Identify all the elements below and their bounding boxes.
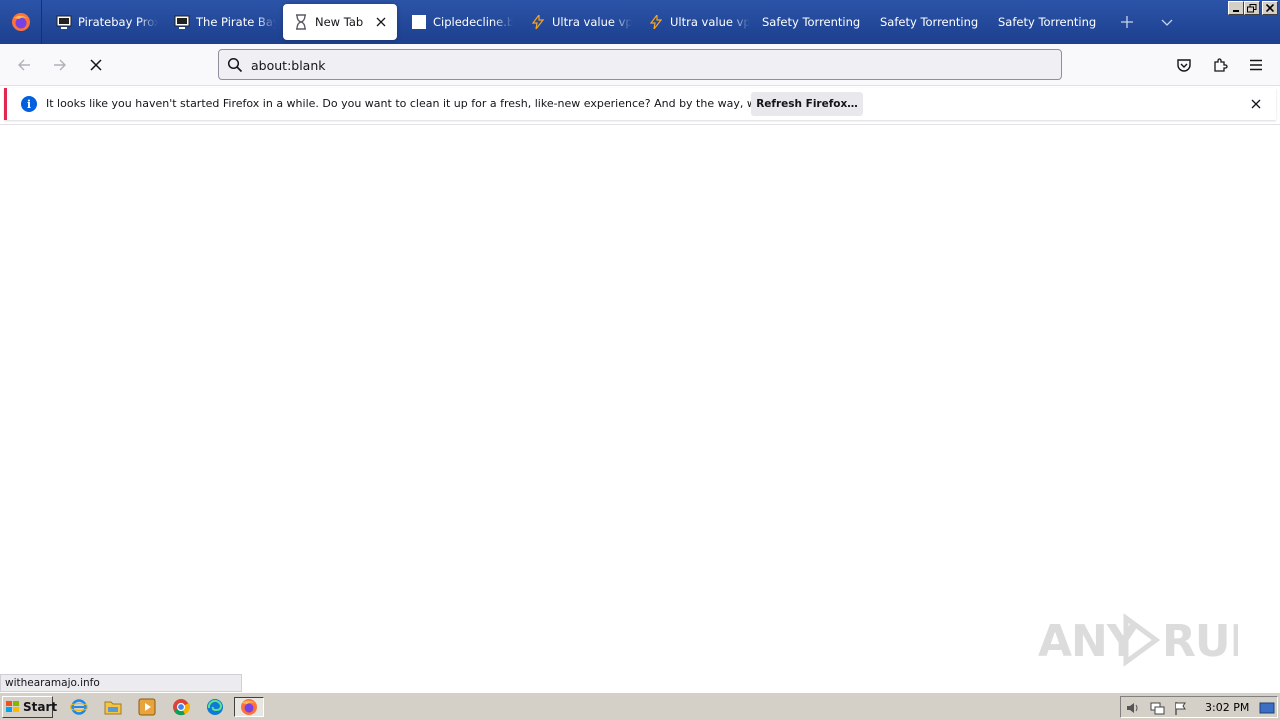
volume-icon[interactable] [1125, 700, 1141, 716]
tab-piratebay-proxy[interactable]: Piratebay Proxy [46, 4, 158, 40]
url-bar[interactable] [218, 49, 1062, 80]
system-tray: 3:02 PM [1120, 696, 1278, 718]
show-desktop-icon[interactable] [1259, 700, 1275, 716]
bolt-icon [530, 14, 546, 30]
bolt-icon [648, 14, 664, 30]
minimize-window-icon[interactable] [1228, 1, 1244, 15]
firefox-menu-icon[interactable] [0, 0, 42, 44]
notification-message: It looks like you haven't started Firefo… [46, 97, 830, 110]
anyrun-watermark: ANY RUN [1038, 608, 1238, 672]
pocket-icon[interactable] [1172, 53, 1196, 77]
search-icon [227, 57, 243, 73]
tab-label: Safety Torrenting [762, 15, 861, 29]
navigation-toolbar [0, 44, 1280, 86]
stop-loading-x-icon[interactable] [84, 53, 108, 77]
tab-label: New Tab [315, 15, 364, 29]
tab-safety-torrenting-3[interactable]: Safety Torrenting [988, 4, 1100, 40]
start-button[interactable]: Start [2, 696, 57, 718]
browser-title-bar: Piratebay Proxy The Pirate Bay New Tab C… [0, 0, 1280, 44]
windows-taskbar: Start 3:02 PM [0, 692, 1280, 720]
start-label: Start [23, 700, 58, 714]
hamburger-menu-icon[interactable] [1244, 53, 1268, 77]
tab-label: Safety Torrenting [880, 15, 979, 29]
extensions-puzzle-icon[interactable] [1208, 53, 1232, 77]
tab-safety-torrenting-1[interactable]: Safety Torrenting [752, 4, 864, 40]
internet-explorer-icon[interactable] [68, 697, 90, 717]
back-arrow-icon[interactable] [12, 53, 36, 77]
info-icon: i [21, 96, 37, 112]
new-tab-plus-icon[interactable] [1117, 12, 1137, 32]
close-notification-icon[interactable] [1248, 96, 1264, 112]
list-all-tabs-chevron-down-icon[interactable] [1157, 12, 1177, 32]
edge-icon[interactable] [204, 697, 226, 717]
windows-logo-icon [5, 700, 21, 714]
tab-safety-torrenting-2[interactable]: Safety Torrenting [870, 4, 982, 40]
file-explorer-icon[interactable] [102, 697, 124, 717]
tab-new-tab[interactable]: New Tab [283, 4, 397, 40]
status-url-panel: withearamajo.info [0, 674, 242, 692]
tab-label: The Pirate Bay [196, 15, 276, 29]
tab-label: Safety Torrenting [998, 15, 1097, 29]
refresh-firefox-button[interactable]: Refresh Firefox… [751, 92, 863, 116]
media-player-icon[interactable] [136, 697, 158, 717]
tab-ultra-value-vpn-2[interactable]: Ultra value vpn [638, 4, 750, 40]
chrome-icon[interactable] [170, 697, 192, 717]
hourglass-icon [293, 14, 309, 30]
svg-text:RUN: RUN [1162, 616, 1238, 667]
page-content-area[interactable] [0, 124, 1280, 692]
tab-ultra-value-vpn-1[interactable]: Ultra value vpn [520, 4, 632, 40]
firefox-taskbar-icon[interactable] [234, 697, 264, 717]
monitor-icon [174, 14, 190, 30]
close-tab-icon[interactable] [373, 14, 389, 30]
url-input[interactable] [251, 54, 1051, 76]
close-window-icon[interactable] [1262, 1, 1278, 15]
forward-arrow-icon[interactable] [48, 53, 72, 77]
tab-label: Ultra value vpn [670, 15, 750, 29]
network-icon[interactable] [1149, 700, 1165, 716]
tab-label: Cipledecline.buzz [433, 15, 513, 29]
taskbar-clock[interactable]: 3:02 PM [1205, 701, 1249, 714]
tab-cipledecline[interactable]: Cipledecline.buzz [401, 4, 513, 40]
blank-page-icon [411, 14, 427, 30]
notification-bar: i It looks like you haven't started Fire… [4, 88, 1276, 120]
action-center-flag-icon[interactable] [1173, 700, 1189, 716]
monitor-icon [56, 14, 72, 30]
restore-window-icon[interactable] [1244, 1, 1260, 15]
tab-label: Ultra value vpn [552, 15, 632, 29]
tab-the-pirate-bay[interactable]: The Pirate Bay [164, 4, 276, 40]
tab-label: Piratebay Proxy [78, 15, 158, 29]
